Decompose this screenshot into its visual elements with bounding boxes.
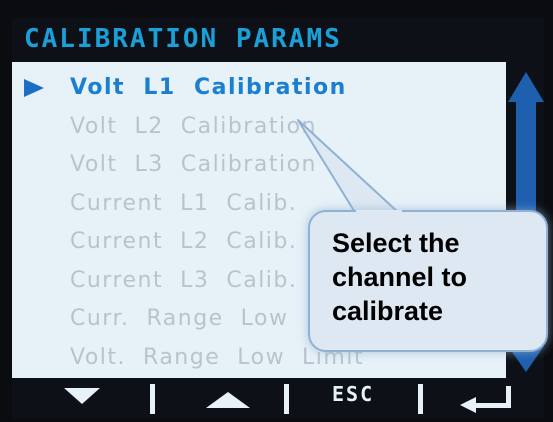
callout-text: Select the channel to calibrate xyxy=(332,228,468,326)
callout-box: Select the channel to calibrate xyxy=(308,210,548,352)
